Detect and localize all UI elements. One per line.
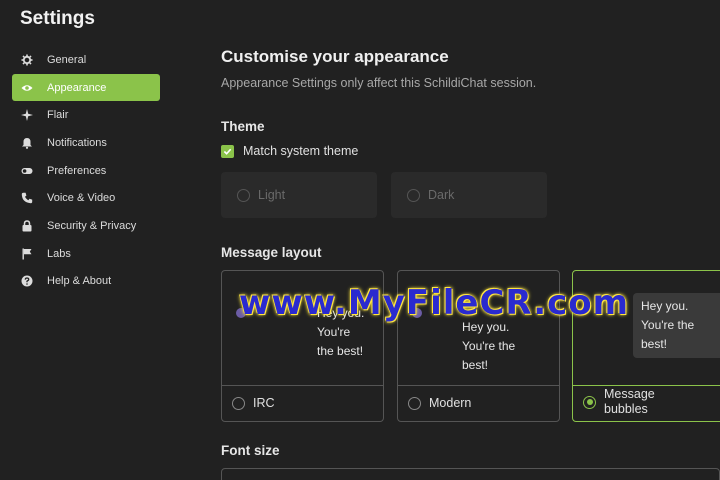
preview-line: You're the (641, 318, 695, 332)
sidebar-item-label: General (47, 53, 87, 66)
toggle-icon (20, 164, 34, 178)
preview-line: Hey you. (641, 299, 689, 313)
lock-icon (20, 219, 34, 233)
preview-line: best! (641, 337, 668, 351)
match-system-theme-row: Match system theme (221, 144, 358, 158)
theme-option-label: Dark (428, 188, 455, 202)
radio-light[interactable] (237, 188, 250, 202)
preview-line: You're the (462, 339, 516, 353)
modern-preview: Hey you. You're the best! (398, 271, 559, 386)
preview-line: the best! (317, 344, 364, 358)
sidebar-item-label: Voice & Video (47, 192, 116, 205)
sidebar-item-appearance[interactable]: Appearance (12, 73, 160, 102)
section-heading: Customise your appearance (221, 47, 449, 66)
sidebar-item-label: Help & About (47, 275, 112, 288)
sidebar-item-help-about[interactable]: Help & About (12, 268, 160, 296)
message-layout-heading: Message layout (221, 245, 322, 260)
irc-preview: Hey you. You're the best! (222, 271, 383, 386)
font-size-heading: Font size (221, 443, 280, 458)
message-bubble: Hey you. You're the best! (633, 293, 720, 358)
sidebar-item-label: Notifications (47, 136, 107, 149)
match-system-theme-checkbox[interactable] (221, 144, 234, 158)
page-title: Settings (20, 8, 95, 29)
settings-sidebar: General Appearance Flair Notifications P… (12, 46, 160, 295)
sidebar-item-security-privacy[interactable]: Security & Privacy (12, 212, 160, 240)
radio-irc[interactable] (232, 396, 245, 410)
match-system-theme-label: Match system theme (243, 144, 359, 158)
layout-option-label: Modern (429, 396, 472, 410)
sparkle-icon (20, 108, 34, 122)
gear-icon (20, 53, 34, 67)
sidebar-item-voice-video[interactable]: Voice & Video (12, 184, 160, 212)
section-subheading: Appearance Settings only affect this Sch… (221, 76, 537, 90)
sidebar-item-general[interactable]: General (12, 46, 160, 74)
theme-heading: Theme (221, 119, 265, 134)
layout-option-footer: IRC (232, 385, 275, 421)
eye-icon (20, 81, 34, 95)
radio-dark[interactable] (407, 188, 420, 202)
theme-option-dark[interactable]: Dark (391, 172, 547, 218)
layout-option-footer: Message bubbles (583, 383, 674, 421)
layout-option-message-bubbles[interactable]: Hey you. You're the best! Message bubble… (572, 270, 720, 422)
preview-line: You're (317, 325, 351, 339)
sidebar-item-labs[interactable]: Labs (12, 240, 160, 268)
sidebar-item-flair[interactable]: Flair (12, 101, 160, 129)
radio-message-bubbles[interactable] (583, 395, 596, 409)
sidebar-item-notifications[interactable]: Notifications (12, 129, 160, 157)
sidebar-item-preferences[interactable]: Preferences (12, 157, 160, 185)
theme-option-label: Light (258, 188, 286, 202)
layout-option-irc[interactable]: Hey you. You're the best! IRC (221, 270, 384, 422)
preview-line: best! (462, 358, 489, 372)
flag-icon (20, 247, 34, 261)
sidebar-item-label: Security & Privacy (47, 219, 137, 232)
checkmark-icon (223, 148, 232, 155)
help-icon (20, 274, 34, 288)
layout-option-footer: Modern (408, 385, 471, 421)
preview-line: Hey you. (317, 306, 365, 320)
layout-option-label: IRC (253, 396, 275, 410)
sidebar-item-label: Labs (47, 247, 71, 260)
radio-modern[interactable] (408, 396, 421, 410)
layout-option-label: Message bubbles (604, 387, 655, 416)
avatar (412, 308, 422, 318)
appearance-panel: Customise your appearance Appearance Set… (221, 0, 720, 480)
bubbles-preview: Hey you. You're the best! (573, 271, 720, 386)
sidebar-item-label: Appearance (47, 81, 107, 94)
sidebar-item-label: Flair (47, 109, 69, 122)
theme-option-light[interactable]: Light (221, 172, 377, 218)
avatar (236, 308, 246, 318)
bell-icon (20, 136, 34, 150)
layout-option-modern[interactable]: Hey you. You're the best! Modern (397, 270, 560, 422)
preview-line: Hey you. (462, 320, 510, 334)
sidebar-item-label: Preferences (47, 164, 107, 177)
phone-icon (20, 191, 34, 205)
font-size-control[interactable] (221, 468, 720, 480)
